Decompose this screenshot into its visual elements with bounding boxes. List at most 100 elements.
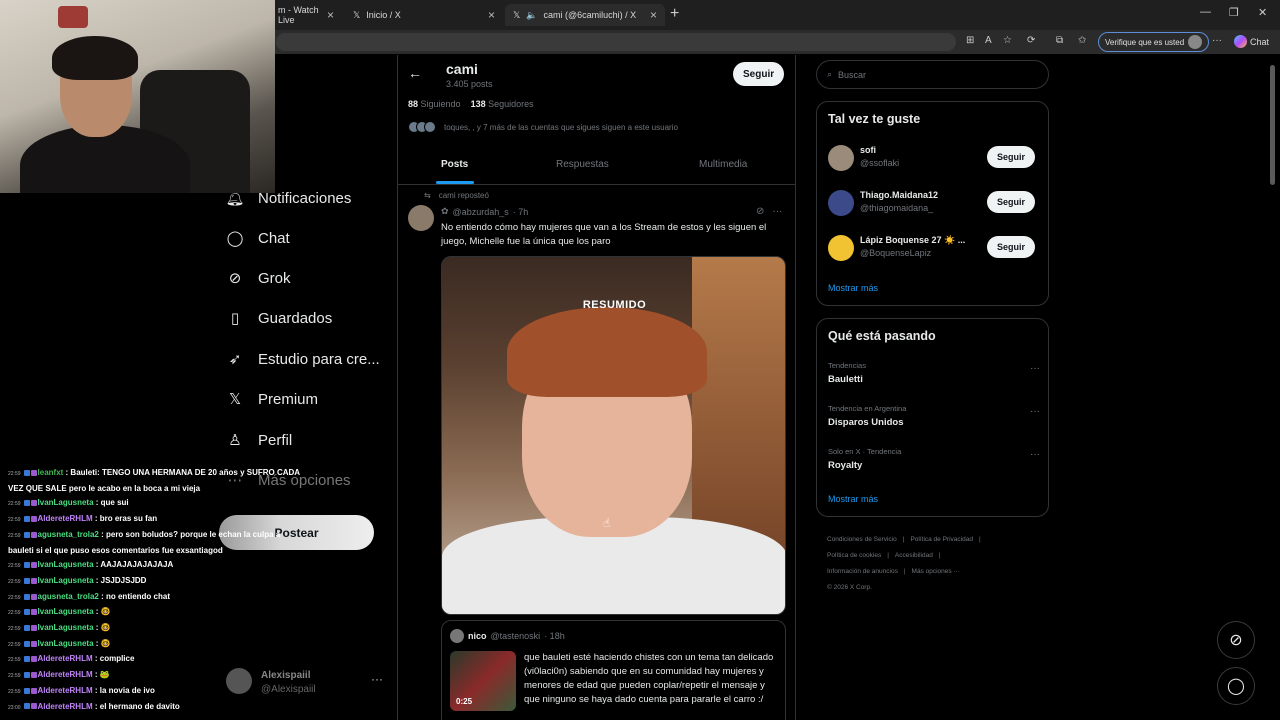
quote-name: nico [468, 631, 487, 641]
verify-identity-button[interactable]: Verifique que es usted [1098, 32, 1210, 52]
minimize-icon[interactable]: — [1200, 6, 1211, 18]
follow-button[interactable]: Seguir [987, 236, 1036, 258]
more-icon[interactable]: ··· [1030, 406, 1040, 417]
trend-context: Tendencia en Argentina [828, 404, 907, 413]
trend-item[interactable]: Solo en X · Tendencia Royalty ··· [828, 447, 1040, 471]
maximize-icon[interactable]: ❐ [1229, 6, 1239, 19]
trend-item[interactable]: Tendencias Bauletti ··· [828, 361, 1040, 385]
app-icon[interactable]: ⊞ [966, 35, 974, 46]
footer-link[interactable]: Accesibilidad [895, 552, 933, 559]
mutual-avatars [408, 121, 436, 133]
chat-timestamp: 22:59 [8, 657, 21, 664]
nav-premium[interactable]: 𝕏 Premium [226, 390, 319, 409]
chat-text: : JSJDJSJDD [93, 575, 147, 585]
tab-media[interactable]: Multimedia [699, 159, 747, 170]
back-arrow-icon[interactable]: ← [408, 65, 422, 81]
badge-icon [23, 593, 30, 600]
more-icon[interactable]: ··· [371, 672, 383, 686]
search-input[interactable]: ⌕ Buscar [816, 60, 1049, 89]
more-icon[interactable]: ··· [1212, 35, 1222, 46]
favorites-icon[interactable]: ✩ [1078, 35, 1086, 46]
footer-link[interactable]: Condiciones de Servicio [827, 536, 897, 543]
suggestion-item[interactable]: sofi @ssoflaki Seguir [828, 143, 1040, 175]
chat-username: agusneta_trola2 [37, 529, 99, 539]
nav-creator-studio[interactable]: ➶ Estudio para cre... [226, 350, 380, 369]
footer-separator: | [938, 552, 941, 559]
grok-icon[interactable]: ⊘ [1217, 621, 1255, 659]
close-icon[interactable]: × [488, 8, 495, 22]
quoted-tweet[interactable]: nico @tastenoski · 18h 0:25 que bauleti … [441, 620, 786, 720]
card-title: Tal vez te guste [828, 112, 921, 126]
follow-stats: 88 Siguiendo 138 Seguidores [408, 99, 534, 109]
close-icon[interactable]: × [650, 8, 657, 22]
chat-text: : la novia de ivo [92, 685, 155, 695]
quote-handle: @tastenoski [490, 631, 541, 641]
messages-icon[interactable]: ◯ [1217, 667, 1255, 705]
trend-item[interactable]: Tendencia en Argentina Disparos Unidos ·… [828, 404, 1040, 428]
show-more-link[interactable]: Mostrar más [828, 283, 878, 293]
followers-label[interactable]: Seguidores [488, 99, 534, 109]
more-icon[interactable]: ··· [772, 206, 782, 217]
chat-username: IvanLagusneta [37, 560, 94, 570]
follow-button[interactable]: Seguir [733, 62, 785, 86]
tweet-time[interactable]: · 7h [513, 207, 529, 217]
following-label[interactable]: Siguiendo [421, 99, 461, 109]
trend-context: Tendencias [828, 361, 866, 370]
nav-label: Premium [258, 390, 319, 408]
footer-link[interactable]: Política de cookies [827, 552, 881, 559]
show-more-link[interactable]: Mostrar más [828, 494, 878, 504]
footer-link[interactable]: Información de anuncios [827, 568, 898, 575]
close-icon[interactable]: × [327, 8, 334, 22]
more-icon[interactable]: ··· [1030, 449, 1040, 460]
more-icon[interactable]: ··· [1030, 363, 1040, 374]
tab-replies[interactable]: Respuestas [556, 159, 609, 170]
tab-cami-profile[interactable]: 𝕏 🔈 cami (@6camiluchi) / X × [505, 4, 665, 26]
footer-link[interactable]: Más opciones ··· [912, 568, 960, 575]
chat-text: : el hermano de davito [92, 701, 180, 711]
grok-icon[interactable]: ⊘ [756, 206, 764, 217]
suggestion-item[interactable]: Thiago.Maidana12 @thiagomaidana_ Seguir [828, 188, 1040, 220]
chat-username: AldereteRHLM [37, 670, 93, 680]
extensions-icon[interactable]: ⧉ [1056, 35, 1063, 46]
chat-message: 22:59 AldereteRHLM : bro eras su fan [8, 512, 348, 528]
x-logo-icon: 𝕏 [228, 391, 242, 408]
following-count[interactable]: 88 [408, 99, 418, 109]
chat-timestamp: 22:59 [8, 517, 21, 524]
chat-timestamp: 22:59 [8, 563, 21, 570]
tweet-video[interactable]: RESUMIDO [441, 256, 786, 615]
mutual-followers[interactable]: toques, , y 7 más de las cuentas que sig… [408, 121, 678, 133]
address-bar[interactable] [276, 33, 956, 51]
trend-title: Bauletti [828, 374, 863, 385]
suggestion-handle: @ssoflaki [860, 158, 900, 168]
chat-text: : no entiendo chat [98, 591, 170, 601]
nav-profile[interactable]: ♙ Perfil [226, 431, 292, 450]
copilot-chat-button[interactable]: Chat [1234, 35, 1269, 48]
nav-grok[interactable]: ⊘ Grok [226, 269, 291, 288]
tab-posts[interactable]: Posts [441, 159, 468, 170]
tab-inicio[interactable]: 𝕏 Inicio / X × [345, 4, 503, 26]
badge-icon [23, 577, 30, 584]
follow-button[interactable]: Seguir [987, 146, 1036, 168]
read-aloud-icon[interactable]: A [985, 35, 992, 46]
close-window-icon[interactable]: ✕ [1258, 6, 1267, 19]
favorite-star-icon[interactable]: ☆ [1003, 35, 1012, 46]
footer-link[interactable]: Política de Privacidad [910, 536, 973, 543]
nav-chat[interactable]: ◯ Chat [226, 229, 290, 248]
chat-text: : que sui [93, 498, 129, 508]
nav-bookmarks[interactable]: ▯ Guardados [226, 309, 332, 328]
badge-icon [30, 624, 37, 631]
nav-label: Estudio para cre... [258, 350, 380, 368]
suggestion-item[interactable]: Lápiz Boquense 27 ☀️ ... @BoquenseLapiz … [828, 233, 1040, 265]
extension-icon[interactable]: ⟳ [1027, 35, 1035, 46]
follow-button[interactable]: Seguir [987, 191, 1036, 213]
scrollbar[interactable] [1269, 55, 1276, 720]
tab-watch-live[interactable]: m - Watch Live × [270, 4, 342, 26]
tweet-handle[interactable]: @abzurdah_s [453, 207, 509, 217]
followers-count[interactable]: 138 [471, 99, 486, 109]
chat-username: agusneta_trola2 [37, 591, 99, 601]
avatar [1188, 35, 1203, 49]
badge-icon [23, 656, 30, 663]
avatar[interactable] [408, 205, 434, 231]
new-tab-icon[interactable]: + [670, 5, 679, 23]
footer-separator: | [887, 552, 889, 559]
